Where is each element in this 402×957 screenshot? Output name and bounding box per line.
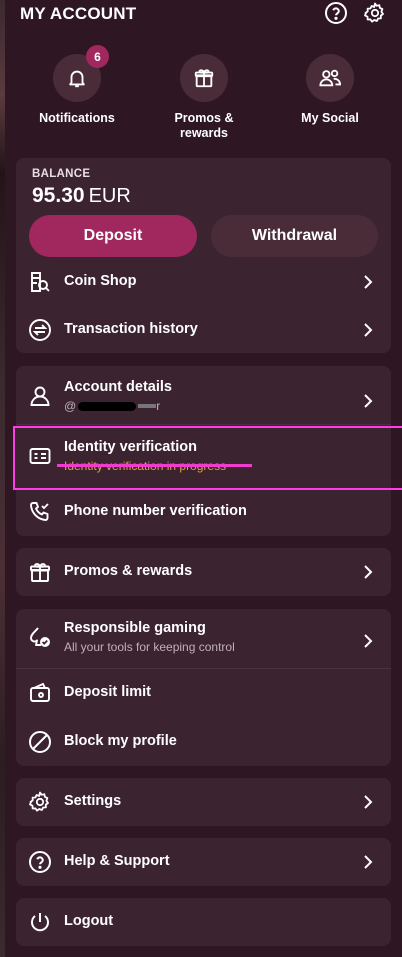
people-icon [319,69,342,87]
chevron-right-icon [361,322,375,338]
user-icon [28,384,52,408]
balance-label: BALANCE [32,168,91,180]
exchange-icon [28,318,52,342]
quick-promos[interactable]: Promos & rewards [154,54,254,141]
gift-icon [28,560,52,584]
help-card: Help & Support [16,838,391,886]
account-details-label: Account details [64,379,172,395]
transaction-history-label: Transaction history [64,321,198,337]
chevron-right-icon [361,633,375,649]
promos-label: Promos & rewards [174,111,234,140]
chevron-right-icon [361,393,375,409]
withdrawal-button[interactable]: Withdrawal [211,215,378,257]
coin-shop-label: Coin Shop [64,273,137,289]
gear-icon[interactable] [363,1,387,25]
menu-logout[interactable]: Logout [16,898,391,946]
balance-value: 95.30 [32,184,85,207]
annotation-strikethrough [57,464,252,467]
menu-block-profile[interactable]: Block my profile [16,718,391,766]
menu-transaction-history[interactable]: Transaction history [16,306,391,354]
responsible-gaming-label: Responsible gaming [64,620,206,636]
phone-check-icon [28,500,52,524]
promos-card: Promos & rewards [16,548,391,596]
menu-coin-shop[interactable]: Coin Shop [16,258,391,306]
logout-label: Logout [64,913,114,929]
phone-verification-label: Phone number verification [64,503,247,519]
promos-rewards-label: Promos & rewards [64,563,193,579]
help-support-label: Help & Support [64,853,170,869]
responsible-gaming-subtitle: All your tools for keeping control [64,640,235,654]
page-title: MY ACCOUNT [20,4,137,23]
redacted-username-tail [138,404,157,408]
notifications-button[interactable]: 6 [53,45,109,102]
settings-label: Settings [64,793,122,809]
menu-settings[interactable]: Settings [16,778,391,826]
menu-responsible-gaming[interactable]: Responsible gaming All your tools for ke… [16,613,391,667]
coin-shop-icon [28,270,52,294]
balance-currency: EUR [88,185,131,207]
notification-count-badge: 6 [86,45,109,68]
divider [16,424,391,425]
spade-check-icon [28,625,52,649]
menu-promos-rewards[interactable]: Promos & rewards [16,548,391,596]
chevron-right-icon [361,854,375,870]
menu-phone-verification[interactable]: Phone number verification [16,488,391,536]
quick-my-social[interactable]: My Social [280,54,380,126]
chevron-right-icon [361,274,375,290]
responsible-gaming-card: Responsible gaming All your tools for ke… [16,609,391,766]
account-username: @ r [64,399,161,413]
annotation-highlight-box [13,426,402,490]
balance-card: BALANCE 95.30 EUR Deposit Withdrawal Coin… [16,158,391,353]
balance-amount: 95.30 EUR [32,184,131,208]
menu-help-support[interactable]: Help & Support [16,838,391,886]
deposit-button[interactable]: Deposit [29,215,197,257]
help-icon[interactable] [324,1,348,25]
chevron-right-icon [361,564,375,580]
menu-account-details[interactable]: Account details @ r [16,372,391,422]
my-social-label: My Social [301,111,359,125]
quick-notifications[interactable]: 6 Notifications [27,45,127,126]
block-icon [28,730,52,754]
redacted-username [78,402,137,411]
block-profile-label: Block my profile [64,733,177,749]
menu-deposit-limit[interactable]: Deposit limit [16,669,391,717]
deposit-limit-label: Deposit limit [64,684,152,700]
bell-icon [69,70,85,88]
notifications-label: Notifications [39,111,115,125]
gear-icon [28,790,52,814]
logout-card: Logout [16,898,391,946]
settings-card: Settings [16,778,391,826]
chevron-right-icon [361,794,375,810]
promos-button[interactable] [180,54,228,102]
power-icon [28,910,52,934]
help-icon [28,850,52,874]
my-social-button[interactable] [306,54,354,102]
wallet-lock-icon [28,681,52,705]
gift-icon [194,69,214,88]
drawer-header: MY ACCOUNT [5,0,402,36]
